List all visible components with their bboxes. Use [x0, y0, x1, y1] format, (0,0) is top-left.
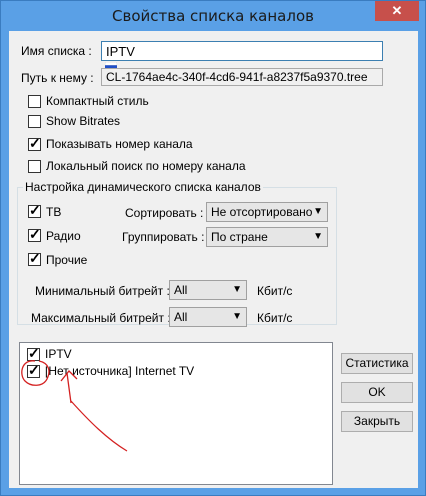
sort-select[interactable]: Не отсортировано ▼: [206, 202, 328, 222]
sort-select-value: Не отсортировано: [211, 205, 313, 219]
checkmark-icon: ✓: [29, 202, 41, 218]
local-search-checkbox[interactable]: [28, 160, 41, 173]
compact-style-label: Компактный стиль: [46, 94, 149, 108]
radio-checkbox[interactable]: ✓: [28, 226, 41, 242]
checkmark-icon: ✓: [29, 250, 41, 266]
show-channel-number-checkbox[interactable]: ✓: [28, 135, 41, 151]
statistics-button[interactable]: Статистика: [341, 353, 413, 374]
window-title: Свойства списка каналов: [112, 7, 314, 25]
red-annotation-marks: [21, 360, 128, 452]
show-bitrates-label: Show Bitrates: [46, 114, 121, 128]
min-bitrate-label: Минимальный битрейт :: [35, 284, 170, 298]
other-checkbox[interactable]: ✓: [28, 250, 41, 266]
ok-button[interactable]: OK: [341, 382, 413, 403]
group-select[interactable]: По стране ▼: [206, 227, 328, 247]
other-label: Прочие: [46, 253, 88, 267]
list-name-input[interactable]: IPTV: [101, 41, 383, 61]
close-button[interactable]: Закрыть: [341, 411, 413, 432]
path-label: Путь к нему :: [21, 71, 94, 85]
checkmark-icon: ✓: [29, 135, 41, 151]
group-label: Группировать :: [122, 230, 205, 244]
show-channel-number-label: Показывать номер канала: [46, 137, 193, 151]
chevron-down-icon: ▼: [313, 206, 323, 217]
group-select-value: По стране: [211, 230, 268, 244]
chevron-down-icon: ▼: [232, 284, 242, 295]
min-bitrate-value: All: [174, 283, 188, 297]
max-bitrate-select[interactable]: All ▼: [169, 307, 247, 327]
radio-label: Радио: [46, 229, 81, 243]
dialog-client-area: Имя списка : IPTV Путь к нему : CL-1764a…: [9, 31, 418, 488]
dialog-window: Свойства списка каналов ✕ Имя списка : I…: [0, 0, 426, 496]
min-bitrate-unit: Кбит/с: [257, 284, 293, 298]
chevron-down-icon: ▼: [313, 231, 323, 242]
max-bitrate-unit: Кбит/с: [257, 311, 293, 325]
window-close-button[interactable]: ✕: [375, 1, 419, 21]
tv-label: ТВ: [46, 205, 62, 219]
title-bar: Свойства списка каналов ✕: [1, 1, 425, 31]
local-search-label: Локальный поиск по номеру канала: [46, 159, 246, 173]
tv-checkbox[interactable]: ✓: [28, 202, 41, 218]
max-bitrate-value: All: [174, 310, 188, 324]
path-field: CL-1764ae4c-340f-4cd6-941f-a8237f5a9370.…: [101, 68, 383, 86]
max-bitrate-label: Максимальный битрейт :: [31, 311, 171, 325]
checkmark-icon: ✓: [29, 226, 41, 242]
list-name-label: Имя списка :: [21, 44, 92, 58]
dynamic-list-group-title: Настройка динамического списка каналов: [23, 180, 263, 194]
chevron-down-icon: ▼: [232, 311, 242, 322]
sort-label: Сортировать :: [125, 206, 204, 220]
min-bitrate-select[interactable]: All ▼: [169, 280, 247, 300]
show-bitrates-checkbox[interactable]: [28, 115, 41, 128]
compact-style-checkbox[interactable]: [28, 95, 41, 108]
